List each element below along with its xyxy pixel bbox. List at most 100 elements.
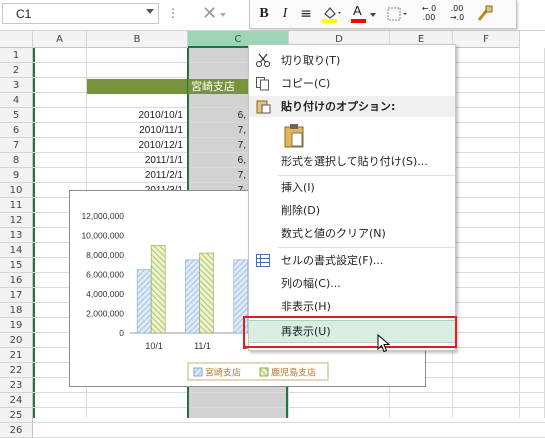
cancel-button[interactable]: ✕ [190, 3, 240, 25]
menu-item-label: 挿入(I) [281, 181, 315, 194]
font-color-button[interactable]: A [350, 3, 376, 24]
menu-item-column-width[interactable]: 列の幅(C)... [249, 273, 455, 294]
align-center-icon[interactable]: ≡ [298, 4, 314, 24]
menu-item-hide[interactable]: 非表示(H) [249, 296, 455, 317]
italic-button[interactable]: I [278, 4, 292, 24]
header-fill-b3[interactable] [87, 79, 187, 94]
date-cell[interactable]: 2010/10/1 [87, 108, 184, 123]
row-header[interactable]: 5 [0, 108, 33, 123]
menu-item-label: 貼り付けのオプション: [281, 100, 396, 113]
row-header[interactable]: 8 [0, 153, 33, 168]
row-header[interactable]: 26 [0, 423, 33, 438]
cell-c3[interactable]: 宮崎支店 [188, 79, 251, 94]
font-color-letter: A [353, 3, 362, 18]
context-menu: 切り取り(T) コピー(C) 貼り付けのオプション: 形式を選択して貼り付け(S… [248, 44, 456, 351]
row-header[interactable]: 16 [0, 273, 33, 288]
y-tick-label: 6,000,000 [86, 270, 124, 280]
menu-item-cut[interactable]: 切り取り(T) [249, 50, 455, 71]
row-header[interactable]: 15 [0, 258, 33, 273]
bar-miyazaki [185, 259, 200, 334]
date-cell[interactable]: 2010/11/1 [87, 123, 183, 138]
menu-item-format-cells[interactable]: セルの書式設定(F)... [249, 250, 455, 271]
select-all-corner[interactable] [0, 31, 33, 48]
column-header-b[interactable]: B [87, 31, 188, 48]
legend-label: 鹿児島支店 [271, 367, 316, 379]
row-header[interactable]: 22 [0, 363, 33, 378]
close-icon: ✕ [202, 3, 218, 24]
value-cell-c[interactable]: 6, [188, 153, 246, 168]
date-cell[interactable]: 2011/2/1 [87, 168, 183, 183]
row-header[interactable]: 21 [0, 348, 33, 363]
grid-row-line [33, 407, 545, 408]
bold-button[interactable]: B [257, 4, 271, 24]
border-button[interactable] [386, 4, 408, 24]
menu-item-label: 削除(D) [281, 204, 321, 217]
mini-toolbar: B I ≡ A ←.0.00 .00 →.0 [249, 0, 517, 29]
value-cell-c[interactable]: 7, [188, 123, 246, 138]
y-tick-label: 10,000,000 [81, 231, 124, 241]
copy-icon [256, 77, 269, 91]
highlight-box [243, 316, 457, 348]
name-box-value: C1 [16, 7, 32, 21]
grid-row-line [33, 392, 545, 393]
column-header-f[interactable]: F [453, 31, 520, 48]
border-icon [387, 7, 407, 21]
x-tick-label: 11/1 [194, 341, 211, 351]
value-cell-c[interactable]: 7, [188, 138, 246, 153]
value-cell-c[interactable]: 7, [188, 168, 246, 183]
decrease-decimal-icon[interactable]: ←.0.00 [418, 4, 440, 24]
paintbrush-icon [477, 5, 493, 21]
font-color-swatch [351, 19, 366, 23]
row-header[interactable]: 9 [0, 168, 33, 183]
menu-item-label: 切り取り(T) [281, 54, 341, 67]
bar-miyazaki [136, 269, 152, 334]
date-cell[interactable]: 2011/1/1 [87, 153, 183, 168]
menu-item-delete[interactable]: 削除(D) [249, 200, 455, 221]
row-header[interactable]: 20 [0, 333, 33, 348]
row-header[interactable]: 2 [0, 63, 33, 78]
row-header[interactable]: 18 [0, 303, 33, 318]
row-header[interactable]: 1 [0, 48, 33, 63]
chevron-down-icon [370, 13, 376, 17]
bar-kagoshima [199, 252, 214, 334]
grid-row-line [33, 422, 545, 423]
menu-item-clear-contents[interactable]: 数式と値のクリア(N) [249, 223, 455, 244]
row-header[interactable]: 3 [0, 78, 33, 93]
grid-column-line [519, 48, 520, 418]
row-header[interactable]: 4 [0, 93, 33, 108]
formula-bar-grip[interactable]: ⋮ [167, 6, 179, 22]
row-header[interactable]: 17 [0, 288, 33, 303]
paste-option-button[interactable] [249, 119, 455, 151]
chevron-down-icon [220, 13, 226, 17]
menu-item-label: 形式を選択して貼り付け(S)... [281, 155, 428, 168]
paint-bucket-icon [322, 7, 341, 23]
row-header[interactable]: 7 [0, 138, 33, 153]
increase-decimal-icon[interactable]: .00 →.0 [446, 4, 468, 24]
menu-separator [277, 175, 455, 176]
value-cell-c[interactable]: 6, [188, 108, 246, 123]
scissors-icon [256, 53, 270, 67]
menu-item-paste-special[interactable]: 形式を選択して貼り付け(S)... [249, 151, 455, 172]
row-header[interactable]: 11 [0, 198, 33, 213]
row-header[interactable]: 14 [0, 243, 33, 258]
row-header[interactable]: 24 [0, 393, 33, 408]
clipboard-paste-icon [284, 124, 304, 148]
menu-item-insert[interactable]: 挿入(I) [249, 177, 455, 198]
row-header[interactable]: 19 [0, 318, 33, 333]
row-header[interactable]: 10 [0, 183, 33, 198]
chevron-down-icon[interactable] [146, 9, 154, 14]
date-cell[interactable]: 2010/12/1 [87, 138, 184, 153]
row-header[interactable]: 25 [0, 408, 33, 423]
row-header[interactable]: 6 [0, 123, 33, 138]
row-header[interactable]: 23 [0, 378, 33, 393]
row-header[interactable]: 13 [0, 228, 33, 243]
name-box[interactable]: C1 [2, 3, 159, 24]
menu-item-copy[interactable]: コピー(C) [249, 73, 455, 94]
y-tick-label: 0 [119, 328, 124, 338]
fill-color-button[interactable] [320, 4, 342, 24]
legend-label: 宮崎支店 [205, 367, 241, 379]
column-header-a[interactable]: A [33, 31, 87, 48]
format-painter-button[interactable] [475, 4, 495, 24]
row-header[interactable]: 12 [0, 213, 33, 228]
bar-kagoshima [150, 244, 166, 334]
